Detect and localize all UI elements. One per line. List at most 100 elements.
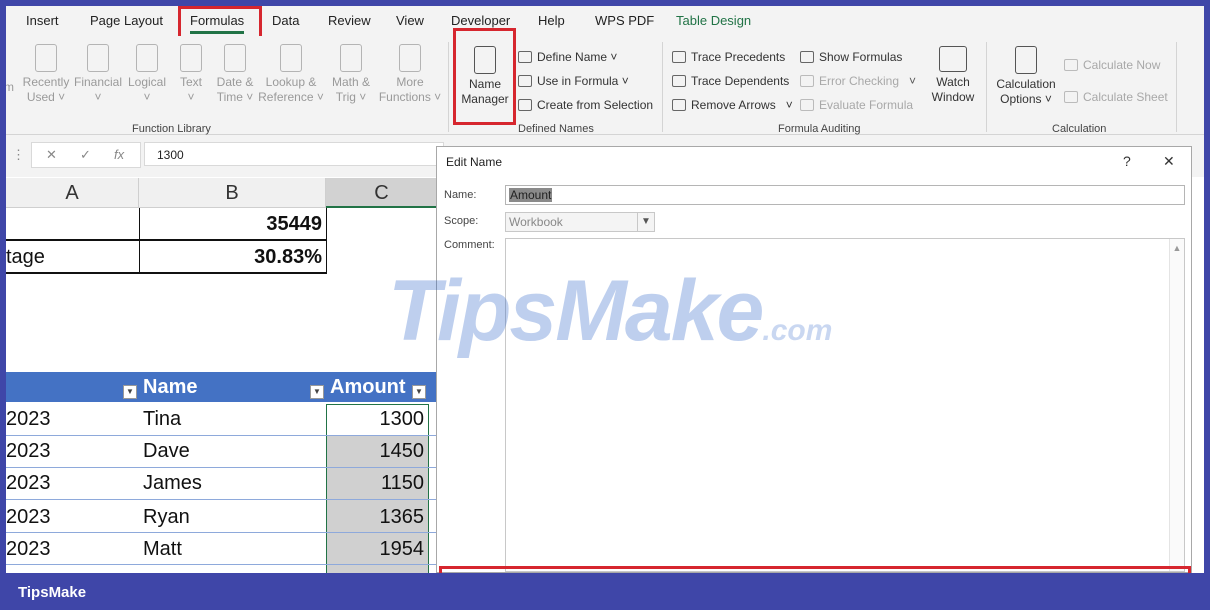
scroll-up-icon[interactable]: ▲ xyxy=(1170,243,1184,253)
tab-insert[interactable]: Insert xyxy=(26,13,59,28)
tab-view[interactable]: View xyxy=(396,13,424,28)
use-in-formula-button[interactable]: Use in Formula ˅ xyxy=(518,74,629,88)
warning-icon xyxy=(800,75,814,87)
filter-dropdown-icon[interactable]: ▼ xyxy=(412,385,426,399)
amount-cell[interactable]: 1954 xyxy=(326,538,425,561)
date-cell[interactable]: 2023 xyxy=(6,506,51,529)
trace-precedents-button[interactable]: Trace Precedents xyxy=(672,50,785,64)
remove-arrows-button[interactable]: Remove Arrows ˅ xyxy=(672,98,793,112)
calculate-now-button[interactable]: Calculate Now xyxy=(1064,58,1160,72)
name-cell[interactable]: Ryan xyxy=(143,506,190,529)
excel-window: Insert Page Layout Formulas Data Review … xyxy=(6,6,1204,573)
math-trig-button[interactable]: Math & Trig ˅ xyxy=(326,44,376,105)
group-separator xyxy=(1176,42,1177,132)
calculation-options-button[interactable]: Calculation Options ˅ xyxy=(994,46,1058,107)
text-functions-button[interactable]: Text ˅ xyxy=(174,44,208,105)
group-separator xyxy=(986,42,987,132)
tab-developer[interactable]: Developer xyxy=(451,13,510,28)
confirm-entry-icon[interactable]: ✓ xyxy=(80,147,91,163)
dialog-title: Edit Name xyxy=(446,155,503,169)
date-cell[interactable]: 2023 xyxy=(6,538,51,561)
error-checking-button[interactable]: Error Checking ˅ xyxy=(800,74,916,88)
formula-auditing-label: Formula Auditing xyxy=(778,123,861,135)
tab-table-design[interactable]: Table Design xyxy=(676,13,751,28)
define-name-button[interactable]: Define Name ˅ xyxy=(518,50,617,64)
footer-brand: TipsMake xyxy=(18,584,87,601)
tab-help[interactable]: Help xyxy=(538,13,565,28)
calculator-icon xyxy=(1015,46,1037,74)
text-book-icon xyxy=(180,44,202,72)
name-field-value: Amount xyxy=(509,188,553,202)
row-divider xyxy=(6,467,438,468)
close-icon[interactable]: ✕ xyxy=(1163,153,1175,170)
show-formulas-button[interactable]: Show Formulas xyxy=(800,50,902,64)
recently-used-button[interactable]: Recently Used ˅ xyxy=(20,44,72,105)
create-from-selection-button[interactable]: Create from Selection xyxy=(518,98,653,112)
help-icon[interactable]: ? xyxy=(1123,153,1131,169)
formula-bar-buttons: ✕ ✓ fx xyxy=(31,142,141,168)
filter-dropdown-icon[interactable]: ▼ xyxy=(123,385,137,399)
name-cell[interactable]: Matt xyxy=(143,538,182,561)
trace-dependents-icon xyxy=(672,75,686,87)
table-header-name[interactable]: Name xyxy=(143,376,197,399)
name-cell[interactable]: James xyxy=(143,472,202,495)
tab-review[interactable]: Review xyxy=(328,13,371,28)
amount-cell[interactable]: 1450 xyxy=(326,440,425,463)
table-header-amount[interactable]: Amount xyxy=(330,376,406,399)
error-checking-dropdown-icon[interactable]: ˅ xyxy=(909,74,916,88)
watch-window-button[interactable]: Watch Window xyxy=(926,46,980,105)
filter-dropdown-icon[interactable]: ▼ xyxy=(310,385,324,399)
remove-arrows-icon xyxy=(672,99,686,111)
insert-function-icon[interactable]: fx xyxy=(114,147,124,162)
scope-label: Scope: xyxy=(444,215,479,227)
tab-data[interactable]: Data xyxy=(272,13,299,28)
percentage-label-cell[interactable]: tage xyxy=(6,246,136,269)
date-cell[interactable]: 2023 xyxy=(6,472,51,495)
calculate-sheet-button[interactable]: Calculate Sheet xyxy=(1064,90,1168,104)
column-header-b[interactable]: B xyxy=(139,178,326,208)
name-cell[interactable]: Dave xyxy=(143,440,190,463)
fx-icon xyxy=(518,75,532,87)
amount-cell[interactable]: 1150 xyxy=(326,472,424,495)
logical-button[interactable]: Logical ˅ xyxy=(124,44,170,105)
ellipsis-book-icon xyxy=(399,44,421,72)
amount-cell[interactable]: 1300 xyxy=(326,408,425,431)
tag-small-icon xyxy=(518,51,532,63)
lookup-reference-button[interactable]: Lookup & Reference ˅ xyxy=(258,44,324,105)
name-label: Name: xyxy=(444,189,477,201)
column-header-c[interactable]: C xyxy=(326,178,438,208)
trace-dependents-button[interactable]: Trace Dependents xyxy=(672,74,789,88)
question-book-icon xyxy=(136,44,158,72)
name-field[interactable]: Amount xyxy=(505,185,1185,205)
financial-button[interactable]: Financial ˅ xyxy=(72,44,124,105)
show-formulas-icon xyxy=(800,51,814,63)
calculator-small-icon xyxy=(1064,59,1078,71)
cancel-entry-icon[interactable]: ✕ xyxy=(46,147,57,163)
comment-scrollbar[interactable]: ▲ xyxy=(1169,239,1184,571)
total-value-cell[interactable]: 35449 xyxy=(146,213,322,236)
scope-select[interactable]: Workbook ▼ xyxy=(505,212,655,232)
clock-book-icon xyxy=(224,44,246,72)
tab-wps-pdf[interactable]: WPS PDF xyxy=(595,13,654,28)
date-cell[interactable]: 2023 xyxy=(6,440,51,463)
column-header-a[interactable]: A xyxy=(6,178,139,208)
table-header-row: ▼ Name ▼ Amount ▼ xyxy=(6,372,438,402)
date-cell[interactable]: 2023 xyxy=(6,408,51,431)
more-functions-button[interactable]: More Functions ˅ xyxy=(376,44,444,105)
percentage-value-cell[interactable]: 30.83% xyxy=(146,246,322,269)
date-time-button[interactable]: Date & Time ˅ xyxy=(212,44,258,105)
remove-arrows-dropdown-icon[interactable]: ˅ xyxy=(786,98,793,112)
row-divider xyxy=(6,499,438,500)
formula-input[interactable]: 1300 xyxy=(144,142,444,166)
footer-bar: TipsMake xyxy=(0,577,1210,610)
refers-to-highlight xyxy=(439,566,1191,573)
star-icon xyxy=(35,44,57,72)
database-icon xyxy=(87,44,109,72)
tab-page-layout[interactable]: Page Layout xyxy=(90,13,163,28)
evaluate-formula-button[interactable]: Evaluate Formula xyxy=(800,98,913,112)
tipsmake-watermark: TipsMake.com xyxy=(388,263,833,359)
autosum-button-partial[interactable]: m xyxy=(6,80,16,95)
amount-cell[interactable]: 1365 xyxy=(326,506,425,529)
evaluate-formula-icon xyxy=(800,99,814,111)
name-cell[interactable]: Tina xyxy=(143,408,181,431)
